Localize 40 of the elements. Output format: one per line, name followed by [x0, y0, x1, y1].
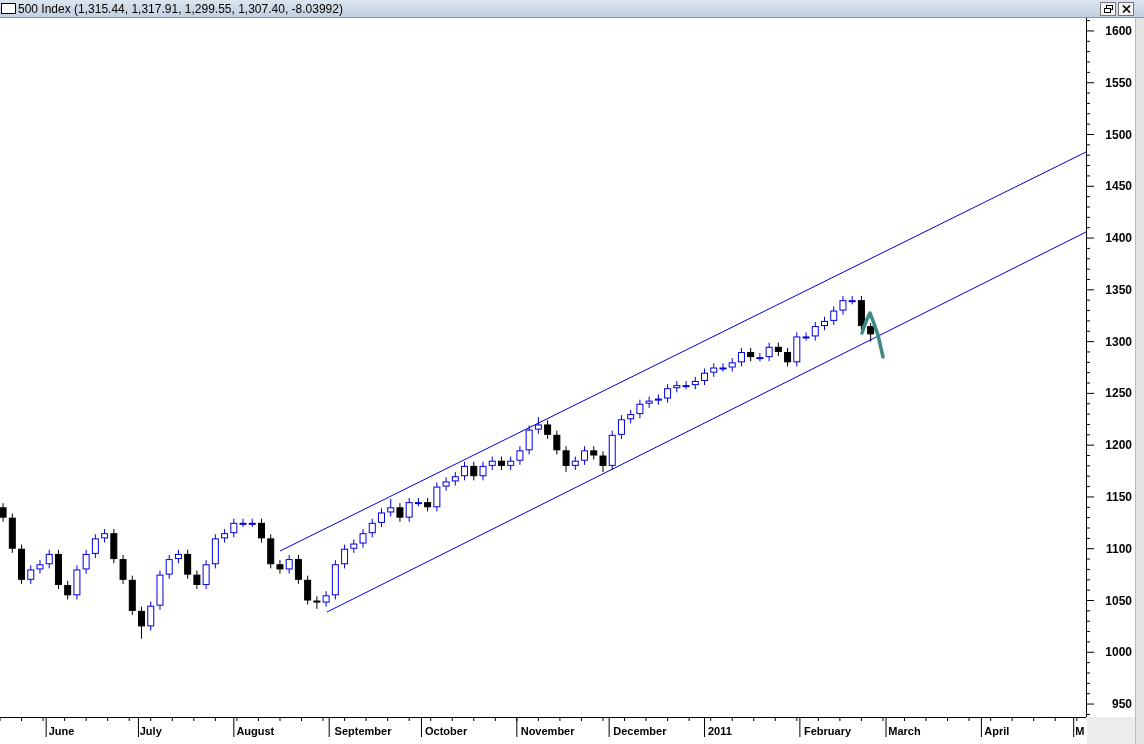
- x-axis-label: November: [520, 725, 575, 737]
- restore-icon: [1103, 4, 1113, 13]
- restore-button[interactable]: [1100, 1, 1116, 16]
- x-axis-label: 2011: [707, 725, 732, 737]
- x-axis-label: June: [48, 725, 75, 737]
- y-axis-label: 1000: [1105, 645, 1132, 660]
- x-axis-label: October: [425, 725, 468, 737]
- x-axis-label: December: [613, 725, 667, 737]
- window-icon: [1, 3, 16, 14]
- x-axis-label: August: [236, 725, 275, 737]
- y-axis-label: 1250: [1105, 386, 1132, 401]
- x-axis-label: M: [1075, 725, 1085, 737]
- candlestick: [138, 606, 145, 640]
- y-axis-label: 1600: [1105, 23, 1132, 38]
- close-icon: [1121, 4, 1131, 13]
- y-axis-label: 1100: [1105, 541, 1132, 556]
- candlestick: [867, 322, 875, 343]
- y-axis-label: 1400: [1105, 231, 1132, 246]
- x-axis-label: July: [139, 725, 162, 737]
- y-axis-label: 1150: [1105, 489, 1132, 504]
- y-axis-label: 1550: [1105, 75, 1132, 90]
- x-axis-label: March: [888, 725, 921, 737]
- axis-corner-background: [1087, 717, 1135, 744]
- y-axis-label: 1300: [1105, 334, 1132, 349]
- y-axis-label: 1450: [1105, 179, 1132, 194]
- y-axis-label: 1500: [1105, 127, 1132, 142]
- window-title: 500 Index (1,315.44, 1,317.91, 1,299.55, 1,307.40, -8.03992): [18, 1, 343, 16]
- candlestick: [701, 368, 708, 386]
- y-axis-label: 1200: [1105, 438, 1132, 453]
- candlestick: [258, 518, 265, 543]
- close-button[interactable]: [1118, 1, 1134, 16]
- candlestick: [821, 316, 828, 331]
- candlestick: [378, 507, 385, 528]
- scrollbar[interactable]: [1135, 18, 1144, 744]
- y-axis-label: 1050: [1105, 593, 1132, 608]
- x-axis-label: September: [334, 725, 392, 737]
- x-axis-label: February: [804, 725, 852, 737]
- y-axis-label: 1350: [1105, 282, 1132, 297]
- x-axis-label: April: [984, 725, 1010, 737]
- y-axis-label: 950: [1111, 697, 1132, 712]
